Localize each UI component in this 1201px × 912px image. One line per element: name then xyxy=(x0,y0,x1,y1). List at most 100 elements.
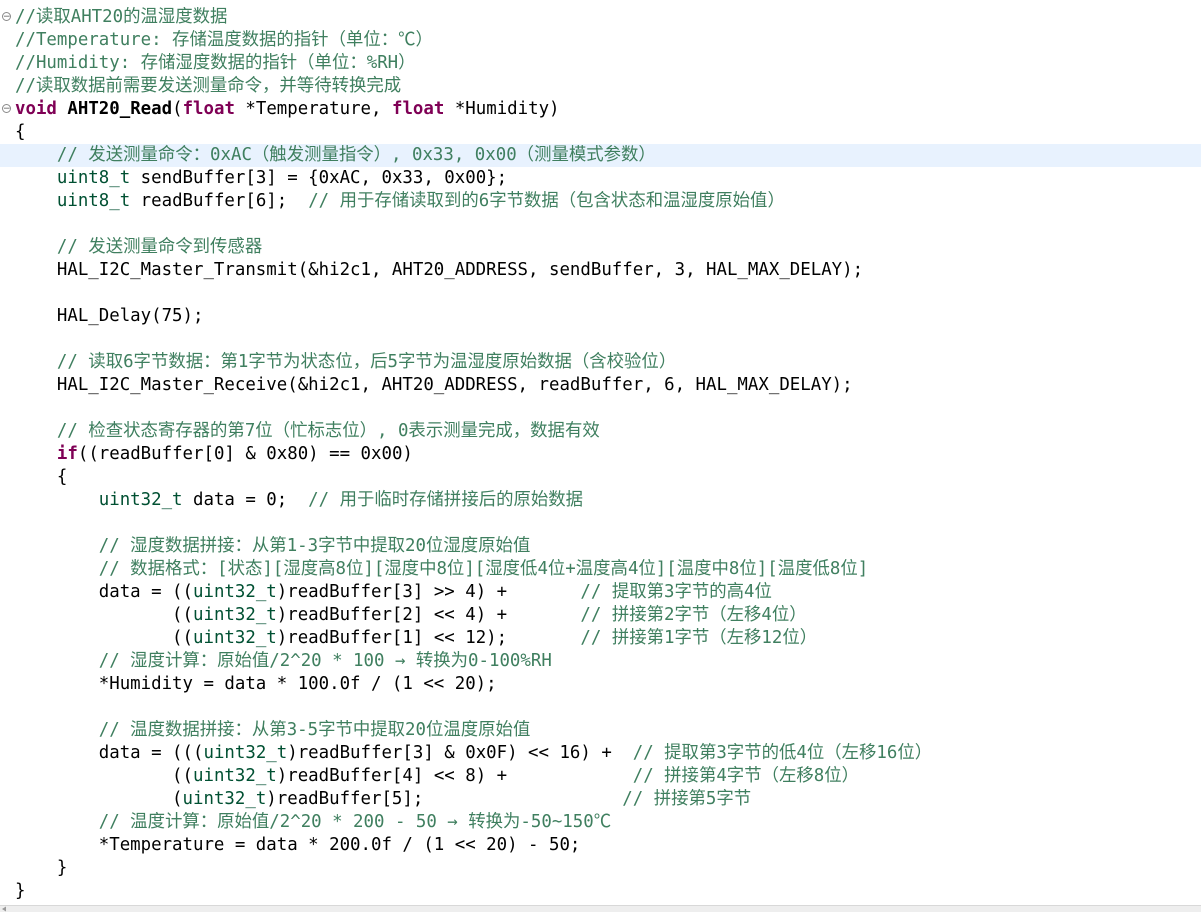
code-line[interactable]: { xyxy=(0,466,1201,489)
code-line[interactable]: uint32_t data = 0; // 用于临时存储拼接后的原始数据 xyxy=(0,489,1201,512)
code-line[interactable]: // 湿度计算：原始值/2^20 * 100 → 转换为0-100%RH xyxy=(0,650,1201,673)
code-line[interactable]: // 读取6字节数据：第1字节为状态位，后5字节为温湿度原始数据（含校验位） xyxy=(0,351,1201,374)
code-line[interactable] xyxy=(0,696,1201,719)
code-line[interactable] xyxy=(0,213,1201,236)
code-text: )readBuffer[3] & 0x0F) << 16) + xyxy=(287,743,633,763)
keyword-token: float xyxy=(182,99,235,119)
comment-token: // 检查状态寄存器的第7位（忙标志位）, 0表示测量完成，数据有效 xyxy=(56,421,600,441)
comment-token: // 拼接第2字节（左移4位） xyxy=(580,605,807,625)
comment-token: // 拼接第5字节 xyxy=(622,789,752,809)
code-text: ( xyxy=(15,789,183,809)
code-line[interactable]: // 检查状态寄存器的第7位（忙标志位）, 0表示测量完成，数据有效 xyxy=(0,420,1201,443)
comment-token: // 湿度计算：原始值/2^20 * 100 → 转换为0-100%RH xyxy=(98,651,552,671)
code-text: )readBuffer[4] << 8) + xyxy=(276,766,633,786)
code-text: HAL_I2C_Master_Transmit(&hi2c1, AHT20_AD… xyxy=(15,260,864,280)
code-line[interactable]: uint8_t readBuffer[6]; // 用于存储读取到的6字节数据（… xyxy=(0,190,1201,213)
type-token: uint8_t xyxy=(56,168,131,188)
type-token: uint8_t xyxy=(56,191,131,211)
code-line[interactable]: HAL_I2C_Master_Receive(&hi2c1, AHT20_ADD… xyxy=(0,374,1201,397)
code-line[interactable] xyxy=(0,282,1201,305)
keyword-token: float xyxy=(391,99,445,119)
type-token: uint32_t xyxy=(203,743,288,763)
type-token: uint32_t xyxy=(182,789,267,809)
code-text: )readBuffer[1] << 12); xyxy=(276,628,581,648)
code-line[interactable]: (uint32_t)readBuffer[5]; // 拼接第5字节 xyxy=(0,788,1201,811)
code-line[interactable] xyxy=(0,328,1201,351)
code-text: (( xyxy=(15,605,193,625)
code-line-current[interactable]: // 发送测量命令：0xAC（触发测量指令）, 0x33, 0x00（测量模式参… xyxy=(0,144,1201,167)
code-line[interactable]: HAL_Delay(75); xyxy=(0,305,1201,328)
code-text: readBuffer[6]; xyxy=(130,191,309,211)
fold-toggle-icon[interactable]: − xyxy=(2,12,11,22)
comment-token: // 读取6字节数据：第1字节为状态位，后5字节为温湿度原始数据（含校验位） xyxy=(56,352,677,372)
function-name-token: AHT20_Read xyxy=(67,99,173,119)
code-text: ( xyxy=(172,99,183,119)
comment-token: // 温度计算：原始值/2^20 * 200 - 50 → 转换为-50~150… xyxy=(98,812,612,832)
type-token: uint32_t xyxy=(98,490,183,510)
scroll-arrow-icon[interactable] xyxy=(1,906,7,912)
comment-token: // 温度数据拼接：从第3-5字节中提取20位温度原始值 xyxy=(98,720,531,740)
code-line[interactable]: uint8_t sendBuffer[3] = {0xAC, 0x33, 0x0… xyxy=(0,167,1201,190)
code-text: ((readBuffer[0] & 0x80) == 0x00) xyxy=(77,444,413,464)
code-line[interactable] xyxy=(0,397,1201,420)
code-line[interactable] xyxy=(0,512,1201,535)
code-line[interactable]: ((uint32_t)readBuffer[1] << 12); // 拼接第1… xyxy=(0,627,1201,650)
code-area[interactable]: −//读取AHT20的温湿度数据//Temperature: 存储温度数据的指针… xyxy=(0,6,1201,903)
comment-token: // 提取第3字节的低4位（左移16位） xyxy=(632,743,933,763)
comment-token: //Humidity: 存储湿度数据的指针（单位：%RH） xyxy=(15,53,416,73)
code-line[interactable]: } xyxy=(0,880,1201,903)
code-text: } xyxy=(15,881,26,901)
code-line[interactable]: − void AHT20_Read(float *Temperature, flo… xyxy=(0,98,1201,121)
comment-token: // 拼接第1字节（左移12位） xyxy=(580,628,818,648)
keyword-token: void xyxy=(15,99,57,119)
comment-token: //Temperature: 存储温度数据的指针（单位：℃） xyxy=(15,30,433,50)
code-text: data = 0; xyxy=(182,490,309,510)
code-text: data = ((( xyxy=(15,743,204,763)
code-text: (( xyxy=(15,628,193,648)
code-text: *Temperature = data * 200.0f / (1 << 20)… xyxy=(15,835,581,855)
code-text: *Temperature, xyxy=(234,99,392,119)
code-line[interactable]: //Humidity: 存储湿度数据的指针（单位：%RH） xyxy=(0,52,1201,75)
horizontal-scrollbar[interactable] xyxy=(0,905,1201,912)
code-line[interactable]: *Humidity = data * 100.0f / (1 << 20); xyxy=(0,673,1201,696)
code-line[interactable]: //Temperature: 存储温度数据的指针（单位：℃） xyxy=(0,29,1201,52)
code-line[interactable]: // 温度计算：原始值/2^20 * 200 - 50 → 转换为-50~150… xyxy=(0,811,1201,834)
type-token: uint32_t xyxy=(193,582,277,602)
code-line[interactable]: if((readBuffer[0] & 0x80) == 0x00) xyxy=(0,443,1201,466)
code-text: } xyxy=(15,858,68,878)
code-editor[interactable]: −//读取AHT20的温湿度数据//Temperature: 存储温度数据的指针… xyxy=(0,0,1201,905)
code-line[interactable]: // 湿度数据拼接：从第1-3字节中提取20位湿度原始值 xyxy=(0,535,1201,558)
code-line[interactable]: // 数据格式：[状态][湿度高8位][湿度中8位][湿度低4位+温度高4位][… xyxy=(0,558,1201,581)
code-line[interactable]: // 发送测量命令到传感器 xyxy=(0,236,1201,259)
code-line[interactable]: { xyxy=(0,121,1201,144)
code-line[interactable]: data = ((uint32_t)readBuffer[3] >> 4) + … xyxy=(0,581,1201,604)
code-line[interactable]: HAL_I2C_Master_Transmit(&hi2c1, AHT20_AD… xyxy=(0,259,1201,282)
fold-toggle-icon[interactable]: − xyxy=(2,104,11,114)
comment-token: //读取数据前需要发送测量命令，并等待转换完成 xyxy=(15,76,402,96)
keyword-token: if xyxy=(56,444,78,464)
code-line[interactable]: *Temperature = data * 200.0f / (1 << 20)… xyxy=(0,834,1201,857)
code-line[interactable]: −//读取AHT20的温湿度数据 xyxy=(0,6,1201,29)
code-text: )readBuffer[3] >> 4) + xyxy=(276,582,581,602)
code-text: data = (( xyxy=(15,582,193,602)
code-line[interactable]: } xyxy=(0,857,1201,880)
code-line[interactable]: // 温度数据拼接：从第3-5字节中提取20位温度原始值 xyxy=(0,719,1201,742)
comment-token: // 湿度数据拼接：从第1-3字节中提取20位湿度原始值 xyxy=(98,536,531,556)
comment-token: // 用于存储读取到的6字节数据（包含状态和温湿度原始值） xyxy=(308,191,785,211)
code-text: )readBuffer[5]; xyxy=(266,789,623,809)
code-line[interactable]: ((uint32_t)readBuffer[2] << 4) + // 拼接第2… xyxy=(0,604,1201,627)
comment-token: // 提取第3字节的高4位 xyxy=(580,582,772,602)
comment-token: // 发送测量命令：0xAC（触发测量指令）, 0x33, 0x00（测量模式参… xyxy=(56,145,656,165)
comment-token: //读取AHT20的温湿度数据 xyxy=(15,7,228,27)
code-line[interactable]: //读取数据前需要发送测量命令，并等待转换完成 xyxy=(0,75,1201,98)
code-line[interactable]: data = (((uint32_t)readBuffer[3] & 0x0F)… xyxy=(0,742,1201,765)
code-line[interactable]: ((uint32_t)readBuffer[4] << 8) + // 拼接第4… xyxy=(0,765,1201,788)
